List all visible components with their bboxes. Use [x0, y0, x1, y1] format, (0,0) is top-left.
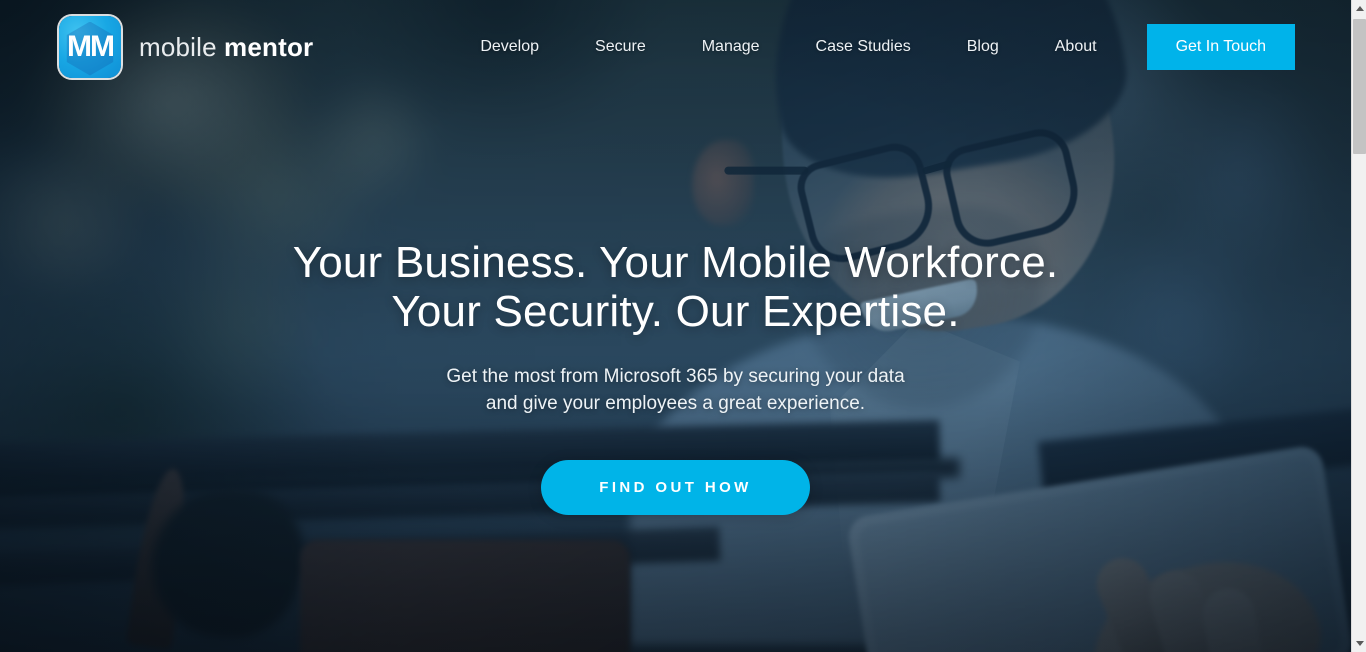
- hero-headline: Your Business. Your Mobile Workforce. Yo…: [0, 238, 1351, 336]
- main-navigation: Develop Secure Manage Case Studies Blog …: [452, 23, 1295, 70]
- logo-wordmark: mobile mentor: [139, 34, 313, 60]
- scroll-down-arrow-icon[interactable]: [1352, 635, 1366, 652]
- mobile-mentor-logo-icon: MM: [59, 15, 121, 78]
- site-logo[interactable]: MM mobile mentor: [59, 15, 313, 78]
- nav-item-develop[interactable]: Develop: [452, 38, 567, 56]
- site-header: MM mobile mentor Develop Secure Manage C…: [0, 0, 1351, 93]
- logo-word-light: mobile: [139, 31, 217, 62]
- scrollbar-thumb[interactable]: [1353, 19, 1366, 154]
- hero-subheadline-line-1: Get the most from Microsoft 365 by secur…: [446, 366, 905, 387]
- nav-item-case-studies[interactable]: Case Studies: [788, 38, 939, 56]
- hero-content: Your Business. Your Mobile Workforce. Yo…: [0, 238, 1351, 515]
- nav-item-secure[interactable]: Secure: [567, 38, 674, 56]
- get-in-touch-button[interactable]: Get In Touch: [1146, 23, 1295, 70]
- browser-page: MM mobile mentor Develop Secure Manage C…: [0, 0, 1366, 652]
- find-out-how-button[interactable]: FIND OUT HOW: [541, 460, 810, 515]
- page-scrollbar[interactable]: [1351, 0, 1366, 652]
- logo-mark-text: MM: [67, 29, 115, 63]
- hero-headline-line-2: Your Security. Our Expertise.: [391, 287, 960, 336]
- logo-word-bold: mentor: [224, 31, 314, 62]
- nav-item-manage[interactable]: Manage: [674, 38, 788, 56]
- hero-subheadline-line-2: and give your employees a great experien…: [485, 393, 866, 414]
- hero-subheadline: Get the most from Microsoft 365 by secur…: [0, 363, 1351, 417]
- nav-item-about[interactable]: About: [1027, 38, 1125, 56]
- hero-headline-line-1: Your Business. Your Mobile Workforce.: [292, 238, 1059, 287]
- nav-item-blog[interactable]: Blog: [939, 38, 1027, 56]
- scroll-up-arrow-icon[interactable]: [1352, 0, 1366, 17]
- page-viewport: MM mobile mentor Develop Secure Manage C…: [0, 0, 1351, 652]
